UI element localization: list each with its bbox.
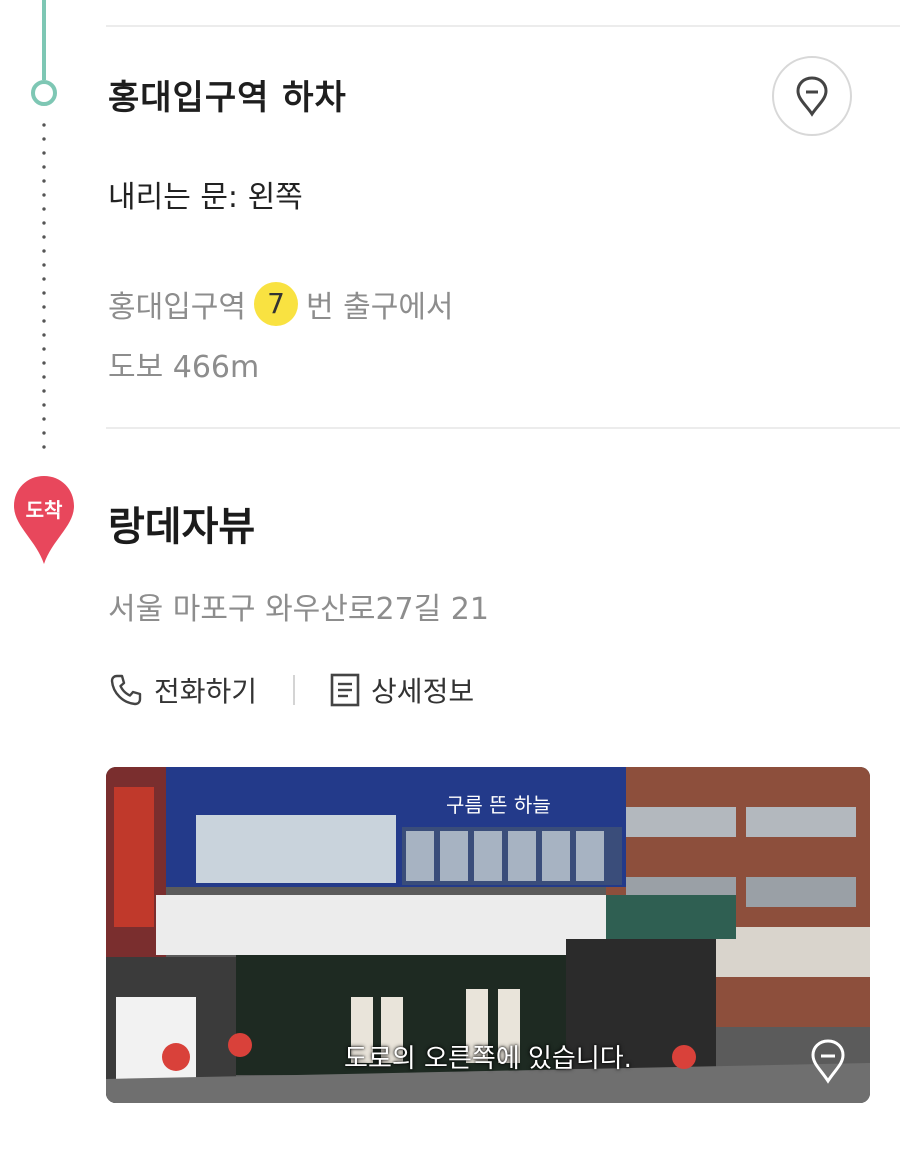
- destination-actions: 전화하기 상세정보: [108, 668, 474, 712]
- exit-suffix: 번 출구에서: [306, 290, 454, 325]
- call-button-label: 전화하기: [154, 675, 258, 708]
- timeline-line-dotted: [42, 118, 46, 454]
- call-button[interactable]: 전화하기: [108, 670, 257, 710]
- detail-button[interactable]: 상세정보: [329, 670, 474, 710]
- map-pin-icon: [796, 76, 828, 117]
- timeline-line-solid: [42, 0, 46, 80]
- section-divider: [106, 427, 900, 429]
- document-icon: [330, 673, 360, 707]
- detail-button-label: 상세정보: [371, 675, 475, 708]
- exit-info: 홍대입구역 7 번 출구에서: [108, 282, 454, 326]
- alight-step-title: 홍대입구역 하차: [108, 78, 347, 118]
- top-divider: [106, 25, 900, 27]
- map-button[interactable]: [772, 56, 852, 136]
- street-view-caption: 도로의 오른쪽에 있습니다.: [344, 1044, 632, 1074]
- destination-name: 랑데자뷰: [108, 504, 256, 550]
- map-pin-icon: [811, 1039, 845, 1084]
- store-signboard: 구름 뜬 하늘: [446, 793, 551, 817]
- timeline-node: [31, 80, 57, 106]
- phone-icon: [110, 674, 142, 706]
- action-separator: [293, 675, 296, 705]
- exit-number-badge: 7: [254, 282, 298, 326]
- street-view-photo[interactable]: 구름 뜬 하늘 도로의 오른쪽에 있습니다.: [106, 767, 870, 1103]
- walk-distance: 도보 466m: [108, 350, 260, 385]
- arrival-badge-label: 도착: [25, 498, 63, 522]
- exit-station: 홍대입구역: [108, 290, 246, 325]
- arrival-pin: 도착: [12, 474, 76, 566]
- street-view-pin-button[interactable]: [808, 1037, 848, 1085]
- door-side-text: 내리는 문: 왼쪽: [108, 180, 303, 215]
- destination-address: 서울 마포구 와우산로27길 21: [108, 592, 489, 627]
